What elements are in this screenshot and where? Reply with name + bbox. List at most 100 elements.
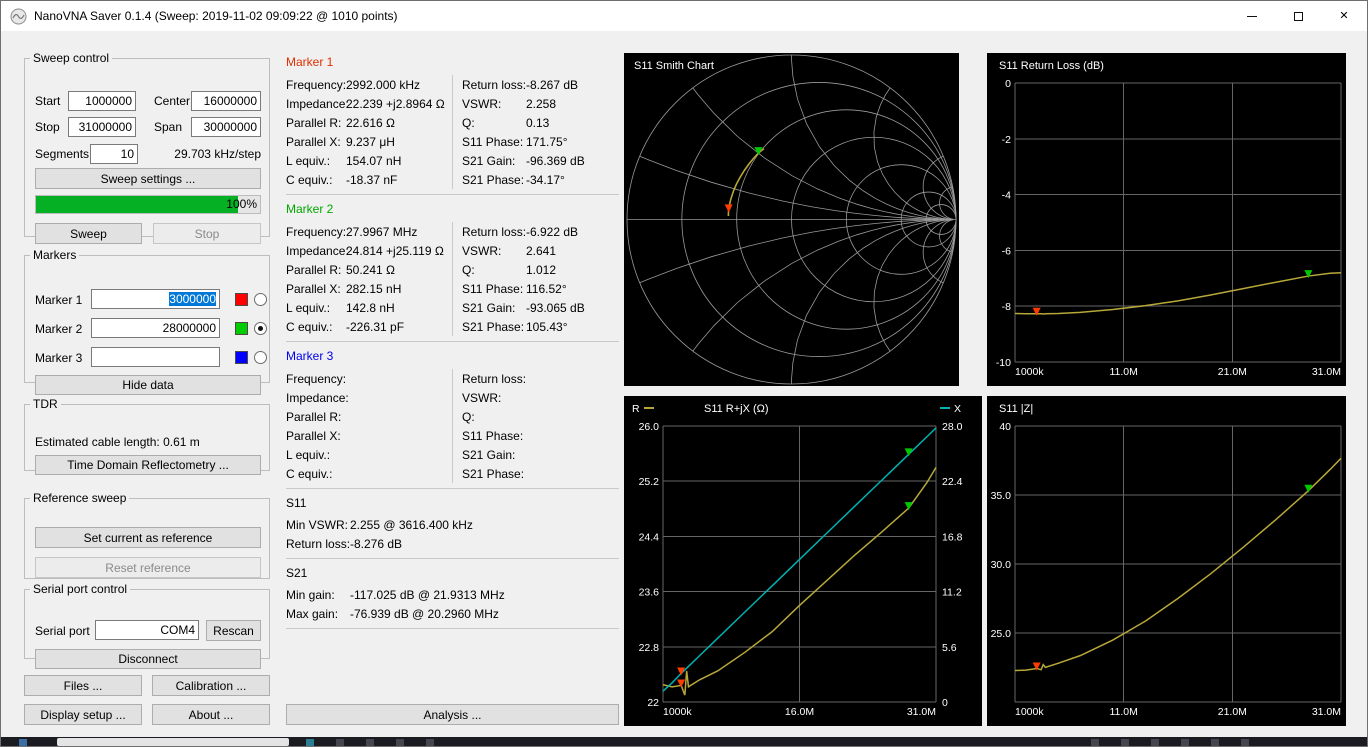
taskbar[interactable] bbox=[1, 737, 1367, 746]
taskbar-search-box[interactable] bbox=[57, 738, 289, 746]
field-value: 9.237 μH bbox=[346, 134, 395, 149]
marker1-radio[interactable] bbox=[254, 293, 267, 306]
svg-text:21.0M: 21.0M bbox=[1218, 706, 1247, 718]
field-label: S21 Gain: bbox=[462, 300, 516, 315]
marker3-input[interactable] bbox=[91, 347, 220, 367]
field-label: Q: bbox=[462, 262, 475, 277]
files-button[interactable]: Files ... bbox=[24, 675, 142, 696]
marker1-data-block: Frequency: 2992.000 kHz Impedance: 22.239 +… bbox=[286, 75, 619, 189]
marker3-right-column: Return loss: VSWR: Q: S11 Phase: S21 Gain: S2… bbox=[453, 369, 619, 483]
reset-reference-button[interactable]: Reset reference bbox=[35, 557, 261, 578]
close-button[interactable]: ✕ bbox=[1321, 1, 1367, 31]
field-label: Q: bbox=[462, 409, 475, 424]
marker3-label: Marker 3 bbox=[35, 351, 83, 365]
field-value: -96.369 dB bbox=[526, 153, 585, 168]
minimize-button[interactable] bbox=[1229, 1, 1275, 31]
taskbar-app-icon[interactable] bbox=[1241, 739, 1249, 746]
marker2-color-swatch[interactable] bbox=[235, 322, 248, 335]
segments-input[interactable] bbox=[90, 144, 138, 164]
close-icon: ✕ bbox=[1339, 9, 1349, 22]
taskbar-app-icon[interactable] bbox=[1151, 739, 1159, 746]
svg-text:40: 40 bbox=[999, 421, 1011, 433]
start-label: Start bbox=[35, 94, 61, 108]
stop-button[interactable]: Stop bbox=[153, 223, 261, 244]
taskbar-app-icon[interactable] bbox=[1211, 739, 1219, 746]
field-value: 0.13 bbox=[526, 115, 550, 130]
calibration-button[interactable]: Calibration ... bbox=[152, 675, 270, 696]
s21-stats-title: S21 bbox=[286, 566, 308, 580]
svg-text:16.8: 16.8 bbox=[942, 531, 963, 543]
start-input[interactable] bbox=[68, 91, 136, 111]
taskbar-app-icon[interactable] bbox=[306, 739, 314, 746]
s11-return-loss-chart[interactable]: 0 -2 -4 -6 -8 -10 1000k 11.0M 21.0M 31.0M S11 Retu… bbox=[987, 53, 1346, 386]
field-label: C equiv.: bbox=[286, 319, 333, 334]
marker1-color-swatch[interactable] bbox=[235, 293, 248, 306]
stop-label: Stop bbox=[35, 120, 60, 134]
data-row: L equiv.: 154.07 nH bbox=[286, 151, 452, 170]
span-input[interactable] bbox=[191, 117, 261, 137]
about-button[interactable]: About ... bbox=[152, 704, 270, 725]
marker3-radio[interactable] bbox=[254, 351, 267, 364]
field-label: Impedance: bbox=[286, 243, 349, 258]
field-value: -18.37 nF bbox=[346, 172, 398, 187]
stop-input[interactable] bbox=[68, 117, 136, 137]
serial-port-input[interactable] bbox=[95, 620, 199, 640]
disconnect-button[interactable]: Disconnect bbox=[35, 649, 261, 669]
data-row: Parallel R: bbox=[286, 407, 452, 426]
field-value: -117.025 dB @ 21.9313 MHz bbox=[350, 587, 505, 602]
minimize-icon bbox=[1247, 15, 1257, 17]
taskbar-app-icon[interactable] bbox=[1181, 739, 1189, 746]
taskbar-app-icon[interactable] bbox=[366, 739, 374, 746]
marker3-data-block: Frequency: Impedance: Parallel R: Parallel … bbox=[286, 369, 619, 483]
analysis-button[interactable]: Analysis ... bbox=[286, 704, 619, 725]
field-value: -93.065 dB bbox=[526, 300, 585, 315]
field-label: Return loss: bbox=[462, 77, 527, 92]
tdr-button[interactable]: Time Domain Reflectometry ... bbox=[35, 455, 261, 475]
s11-stats-title: S11 bbox=[286, 496, 307, 510]
app-icon bbox=[10, 8, 27, 24]
field-label: Max gain: bbox=[286, 606, 339, 621]
field-label: L equiv.: bbox=[286, 300, 331, 315]
s11-smith-chart[interactable]: S11 Smith Chart bbox=[624, 53, 959, 386]
field-label: Frequency: bbox=[286, 77, 347, 92]
marker1-input[interactable]: 3000000 bbox=[91, 289, 220, 309]
s11-z-magnitude-chart[interactable]: 40 35.0 30.0 25.0 1000k 11.0M 21.0M 31.0M S11 |Z… bbox=[987, 396, 1346, 726]
svg-text:30.0: 30.0 bbox=[991, 559, 1012, 571]
s11-stats-block: Min VSWR: 2.255 @ 3616.400 kHz Return loss… bbox=[286, 515, 619, 553]
svg-text:-10: -10 bbox=[996, 357, 1011, 369]
marker3-color-swatch[interactable] bbox=[235, 351, 248, 364]
field-value: 22.239 +j2.8964 Ω bbox=[346, 96, 445, 111]
field-value: -226.31 pF bbox=[346, 319, 405, 334]
svg-text:-4: -4 bbox=[1002, 190, 1011, 202]
field-label: C equiv.: bbox=[286, 172, 333, 187]
divider bbox=[286, 488, 619, 489]
marker2-input[interactable] bbox=[91, 318, 220, 338]
field-label: S11 Phase: bbox=[462, 428, 524, 443]
nanovna-saver-window: NanoVNA Saver 0.1.4 (Sweep: 2019-11-02 0… bbox=[0, 0, 1368, 747]
svg-text:25.0: 25.0 bbox=[991, 628, 1012, 640]
field-value: 24.814 +j25.119 Ω bbox=[346, 243, 444, 258]
taskbar-app-icon[interactable] bbox=[426, 739, 434, 746]
field-value: 2.258 bbox=[526, 96, 557, 111]
taskbar-app-icon[interactable] bbox=[336, 739, 344, 746]
taskbar-app-icon[interactable] bbox=[396, 739, 404, 746]
divider bbox=[286, 628, 619, 629]
serial-port-group-title: Serial port control bbox=[33, 582, 128, 596]
display-setup-button[interactable]: Display setup ... bbox=[24, 704, 142, 725]
center-input[interactable] bbox=[191, 91, 261, 111]
field-label: VSWR: bbox=[462, 390, 502, 405]
marker3-data-title: Marker 3 bbox=[286, 349, 334, 363]
sweep-button[interactable]: Sweep bbox=[35, 223, 142, 244]
taskbar-app-icon[interactable] bbox=[1091, 739, 1099, 746]
s11-rjx-chart[interactable]: 26.0 25.2 24.4 23.6 22.8 22 28.0 22.4 16.8 11.2 5.… bbox=[624, 396, 982, 726]
start-button-icon[interactable] bbox=[19, 739, 27, 746]
maximize-button[interactable] bbox=[1275, 1, 1321, 31]
hide-data-button[interactable]: Hide data bbox=[35, 375, 261, 395]
sweep-settings-button[interactable]: Sweep settings ... bbox=[35, 168, 261, 189]
taskbar-app-icon[interactable] bbox=[1121, 739, 1129, 746]
span-label: Span bbox=[154, 120, 183, 134]
set-reference-button[interactable]: Set current as reference bbox=[35, 527, 261, 548]
marker2-radio[interactable] bbox=[254, 322, 267, 335]
field-value: -34.17° bbox=[526, 172, 565, 187]
rescan-button[interactable]: Rescan bbox=[206, 620, 261, 641]
